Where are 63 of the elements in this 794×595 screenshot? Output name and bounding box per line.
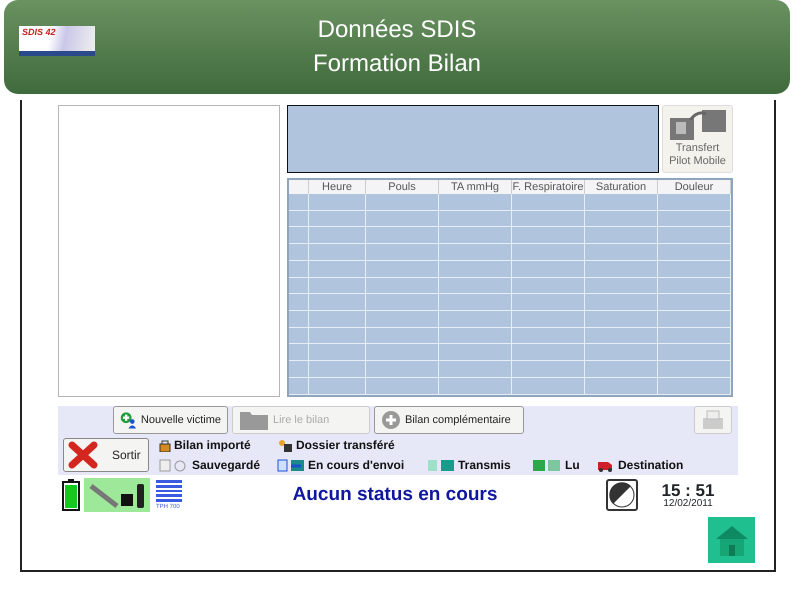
table-cell [289,194,309,211]
folder-lock-icon [277,438,293,452]
table-cell [289,227,309,244]
table-cell [309,210,366,228]
column-header: Saturation [585,180,658,194]
column-header: F. Respiratoire [512,180,585,194]
table-cell [289,210,309,228]
transfer-button[interactable]: Transfert Pilot Mobile [662,105,733,173]
table-cell [289,294,309,311]
column-header: Douleur [658,180,731,194]
clock-date: 12/02/2011 [662,498,714,509]
table-cell [309,294,366,311]
sending-icon [277,458,305,472]
table-cell [289,344,309,362]
table-cell [309,310,366,328]
night-mode-button[interactable] [606,479,638,512]
table-cell [309,344,366,362]
home-icon [714,524,750,556]
table-cell [289,361,309,378]
home-button[interactable] [708,517,755,563]
table-cell [309,260,366,278]
plus-icon [381,410,401,430]
action-button[interactable]: Bilan complémentaire [374,406,524,434]
table-cell [309,244,366,261]
lock-icon [159,438,171,452]
table-cell [309,227,366,244]
legend-label: Sauvegardé [192,457,260,474]
legend-label: Transmis [458,457,511,474]
legend-label: Destination [618,457,684,474]
table-cell [289,244,309,261]
table-cell [289,328,309,344]
header-cell [289,180,309,194]
table-cell [289,378,309,395]
table-cell [309,378,366,395]
folder-icon [239,409,269,432]
table-cell [309,278,366,294]
moon-icon [609,482,635,508]
table-cell [289,260,309,278]
slide-title: Données SDIS [316,15,478,45]
legend-label: En cours d'envoi [308,457,404,474]
table-cell [309,194,366,211]
read-icon [532,458,562,472]
logo-text: SDIS 42 [22,28,56,37]
table-cell [309,328,366,344]
table-cell [289,278,309,294]
clock-time: 15 : 51 [660,482,716,499]
column-header: Pouls [366,180,439,194]
close-icon [68,441,98,470]
legend-label: Lu [565,457,580,474]
transfer-icon [668,108,728,142]
printer-icon [701,409,725,432]
column-header: TA mmHg [439,180,512,194]
status-text: Aucun status en cours [292,482,498,507]
legend-label: Dossier transféré [296,437,395,454]
legend-label: Bilan importé [174,437,251,454]
devices-icon [84,478,150,512]
column-header: Heure [309,180,366,194]
table-cell [309,361,366,378]
table-cell [289,310,309,328]
slide-title: Formation Bilan [312,49,482,79]
action-button[interactable]: Nouvelle victime [113,406,228,434]
sent-icon [427,458,455,472]
exit-button[interactable]: Sortir [63,438,149,472]
